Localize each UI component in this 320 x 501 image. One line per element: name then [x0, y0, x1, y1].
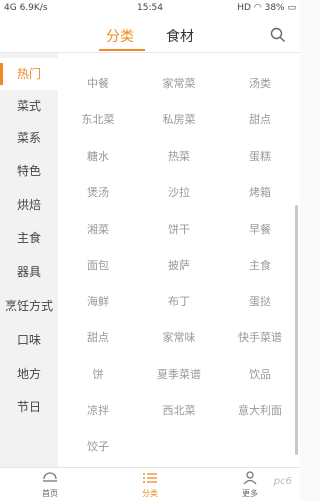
search-button[interactable]	[270, 27, 286, 43]
battery-level: 38%	[264, 3, 285, 13]
sidebar-item-festival[interactable]: 节日	[0, 391, 58, 423]
category-item[interactable]: 糖水	[58, 148, 138, 168]
category-item[interactable]: 饮品	[220, 366, 300, 386]
tab-category[interactable]: 分类	[106, 26, 134, 46]
nav-category[interactable]: 分类	[100, 468, 200, 501]
category-item[interactable]: 甜点	[58, 329, 138, 349]
home-icon	[43, 472, 57, 482]
category-item[interactable]: 蛋糕	[220, 148, 300, 168]
watermark: pc6	[273, 476, 292, 487]
scrollbar[interactable]	[295, 205, 298, 455]
category-item[interactable]: 意大利面	[220, 402, 300, 422]
category-item[interactable]: 甜点	[220, 111, 300, 131]
category-item[interactable]: 夏季菜谱	[139, 366, 219, 386]
search-icon	[270, 27, 285, 42]
category-item[interactable]: 煲汤	[58, 184, 138, 204]
sidebar-item-staple[interactable]: 主食	[0, 222, 58, 254]
category-item[interactable]: 早餐	[220, 221, 300, 241]
sidebar-item-cooking-method[interactable]: 烹饪方式	[0, 290, 58, 322]
category-item[interactable]: 湘菜	[58, 221, 138, 241]
category-item[interactable]: 主食	[220, 257, 300, 277]
category-item[interactable]: 中餐	[58, 75, 138, 95]
sidebar-item-baking[interactable]: 烘焙	[0, 189, 58, 221]
category-item[interactable]: 面包	[58, 257, 138, 277]
nav-category-label: 分类	[142, 489, 158, 498]
nav-more-label: 更多	[242, 489, 258, 498]
category-item[interactable]: 沙拉	[139, 184, 219, 204]
category-item[interactable]: 饼干	[139, 221, 219, 241]
status-icons: HD ◠ 38% ▭	[237, 3, 296, 13]
category-grid: 中餐 家常菜 汤类 东北菜 私房菜 甜点 糖水 热菜 蛋糕 煲汤 沙拉 烤箱 湘…	[58, 53, 300, 467]
sidebar-item-specialty[interactable]: 特色	[0, 155, 58, 187]
category-item[interactable]: 私房菜	[139, 111, 219, 131]
hd-badge: HD	[237, 3, 251, 13]
category-item[interactable]: 家常菜	[139, 75, 219, 95]
category-item[interactable]: 海鲜	[58, 293, 138, 313]
user-icon	[243, 471, 257, 485]
category-item[interactable]: 东北菜	[58, 111, 138, 131]
category-item[interactable]: 蛋挞	[220, 293, 300, 313]
category-item[interactable]: 烤箱	[220, 184, 300, 204]
category-item[interactable]: 饼	[58, 366, 138, 386]
category-item[interactable]: 汤类	[220, 75, 300, 95]
wifi-icon: ◠	[253, 3, 262, 13]
category-sidebar: 热门 菜式 菜系 特色 烘焙 主食 器具 烹饪方式 口味 地方 节日	[0, 53, 58, 467]
sidebar-item-cuisine[interactable]: 菜系	[0, 122, 58, 154]
battery-icon: ▭	[287, 3, 296, 13]
status-bar: 4G 6.9K/s 15:54 HD ◠ 38% ▭	[0, 0, 300, 18]
sidebar-item-dishes[interactable]: 菜式	[0, 90, 58, 122]
bottom-nav: 首页 分类 更多	[0, 467, 300, 501]
nav-home[interactable]: 首页	[0, 468, 100, 501]
active-tab-indicator	[99, 49, 145, 51]
sidebar-item-region[interactable]: 地方	[0, 358, 58, 390]
sidebar-item-hot[interactable]: 热门	[0, 58, 58, 90]
nav-home-label: 首页	[42, 489, 58, 498]
category-item[interactable]: 家常味	[139, 329, 219, 349]
list-icon	[143, 473, 157, 483]
sidebar-item-utensils[interactable]: 器具	[0, 256, 58, 288]
category-item[interactable]: 西北菜	[139, 402, 219, 422]
tab-ingredients[interactable]: 食材	[166, 26, 194, 46]
category-item[interactable]: 饺子	[58, 438, 138, 458]
top-tab-bar: 分类 食材	[0, 18, 300, 53]
sidebar-item-flavor[interactable]: 口味	[0, 324, 58, 356]
category-item[interactable]: 布丁	[139, 293, 219, 313]
category-item[interactable]: 披萨	[139, 257, 219, 277]
category-item[interactable]: 热菜	[139, 148, 219, 168]
category-item[interactable]: 快手菜谱	[220, 329, 300, 349]
category-item[interactable]: 凉拌	[58, 402, 138, 422]
